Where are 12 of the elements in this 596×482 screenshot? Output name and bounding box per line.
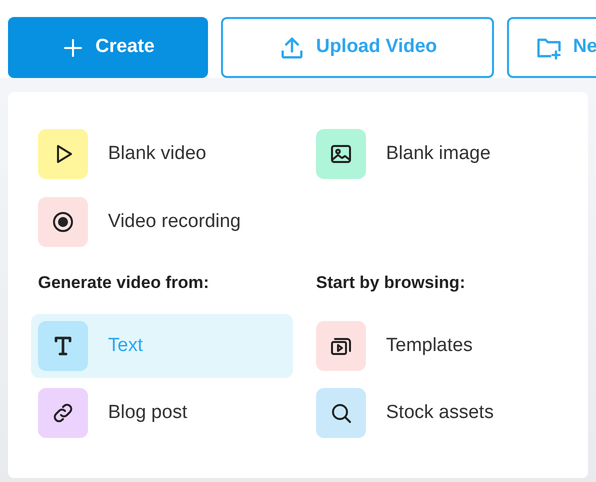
menu-item[interactable]: Blog post — [31, 381, 293, 445]
menu-item[interactable]: Video recording — [31, 190, 309, 254]
menu-item[interactable]: Stock assets — [309, 381, 571, 445]
image-icon — [329, 142, 353, 166]
menu-item[interactable]: Blank image — [309, 122, 587, 186]
menu-item[interactable]: Templates — [309, 314, 571, 378]
menu-item[interactable]: Blank video — [31, 122, 309, 186]
search-icon — [329, 401, 353, 425]
section-heading: Generate video from: — [37, 272, 210, 294]
record-icon — [51, 210, 75, 234]
section-heading: Start by browsing: — [315, 272, 466, 294]
link-icon — [51, 401, 75, 425]
